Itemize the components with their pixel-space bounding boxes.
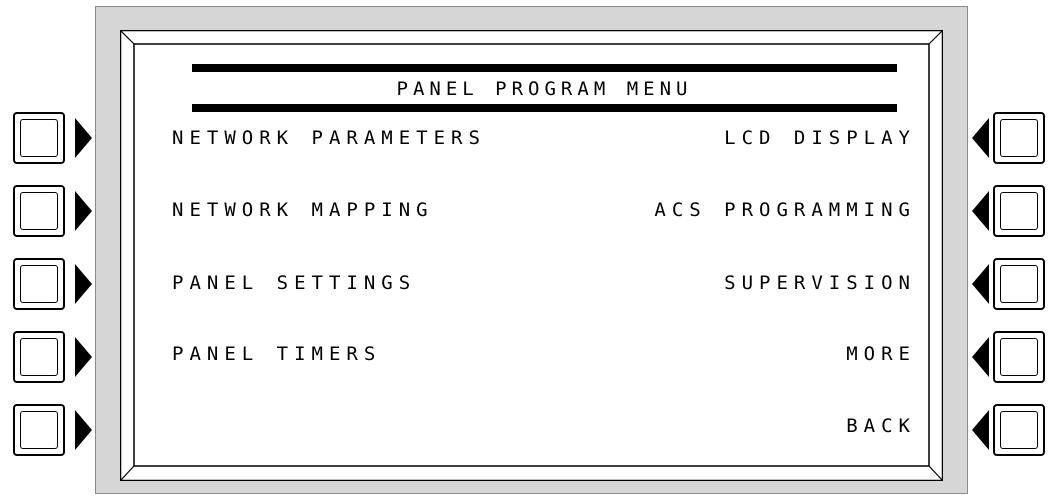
menu-item-panel-settings[interactable]: PANEL SETTINGS bbox=[172, 266, 416, 300]
softkey-face bbox=[20, 265, 58, 303]
menu-header: PANEL PROGRAM MENU bbox=[192, 64, 897, 114]
softkey-left-2[interactable] bbox=[13, 185, 65, 237]
arrow-left-icon bbox=[972, 410, 989, 450]
arrow-right-icon bbox=[75, 410, 92, 450]
softkey-face bbox=[20, 119, 58, 157]
arrow-left-icon bbox=[972, 337, 989, 377]
softkey-face bbox=[20, 192, 58, 230]
softkey-face bbox=[1000, 192, 1038, 230]
menu-item-supervision[interactable]: SUPERVISION bbox=[724, 266, 916, 300]
menu-item-back[interactable]: BACK bbox=[846, 409, 916, 443]
softkey-left-4[interactable] bbox=[13, 331, 65, 383]
softkey-face bbox=[1000, 265, 1038, 303]
softkey-face bbox=[20, 338, 58, 376]
menu-item-panel-timers[interactable]: PANEL TIMERS bbox=[172, 337, 381, 371]
softkey-face bbox=[1000, 338, 1038, 376]
softkey-face bbox=[1000, 119, 1038, 157]
title-bar-top bbox=[192, 64, 897, 72]
menu-item-network-mapping[interactable]: NETWORK MAPPING bbox=[172, 193, 434, 227]
arrow-right-icon bbox=[75, 264, 92, 304]
title-bar-bottom bbox=[192, 104, 897, 112]
arrow-left-icon bbox=[972, 118, 989, 158]
menu-item-lcd-display[interactable]: LCD DISPLAY bbox=[724, 121, 916, 155]
menu-item-acs-programming[interactable]: ACS PROGRAMMING bbox=[654, 193, 916, 227]
arrow-left-icon bbox=[972, 264, 989, 304]
menu-item-more[interactable]: MORE bbox=[846, 337, 916, 371]
arrow-left-icon bbox=[972, 191, 989, 231]
arrow-right-icon bbox=[75, 118, 92, 158]
softkey-right-1[interactable] bbox=[993, 112, 1045, 164]
softkey-left-3[interactable] bbox=[13, 258, 65, 310]
softkey-right-2[interactable] bbox=[993, 185, 1045, 237]
softkey-left-5[interactable] bbox=[13, 404, 65, 456]
arrow-right-icon bbox=[75, 337, 92, 377]
softkey-face bbox=[1000, 411, 1038, 449]
menu-item-network-parameters[interactable]: NETWORK PARAMETERS bbox=[172, 121, 486, 155]
arrow-right-icon bbox=[75, 191, 92, 231]
softkey-face bbox=[20, 411, 58, 449]
softkey-right-4[interactable] bbox=[993, 331, 1045, 383]
page-title: PANEL PROGRAM MENU bbox=[396, 78, 693, 100]
softkey-right-5[interactable] bbox=[993, 404, 1045, 456]
softkey-right-3[interactable] bbox=[993, 258, 1045, 310]
softkey-left-1[interactable] bbox=[13, 112, 65, 164]
